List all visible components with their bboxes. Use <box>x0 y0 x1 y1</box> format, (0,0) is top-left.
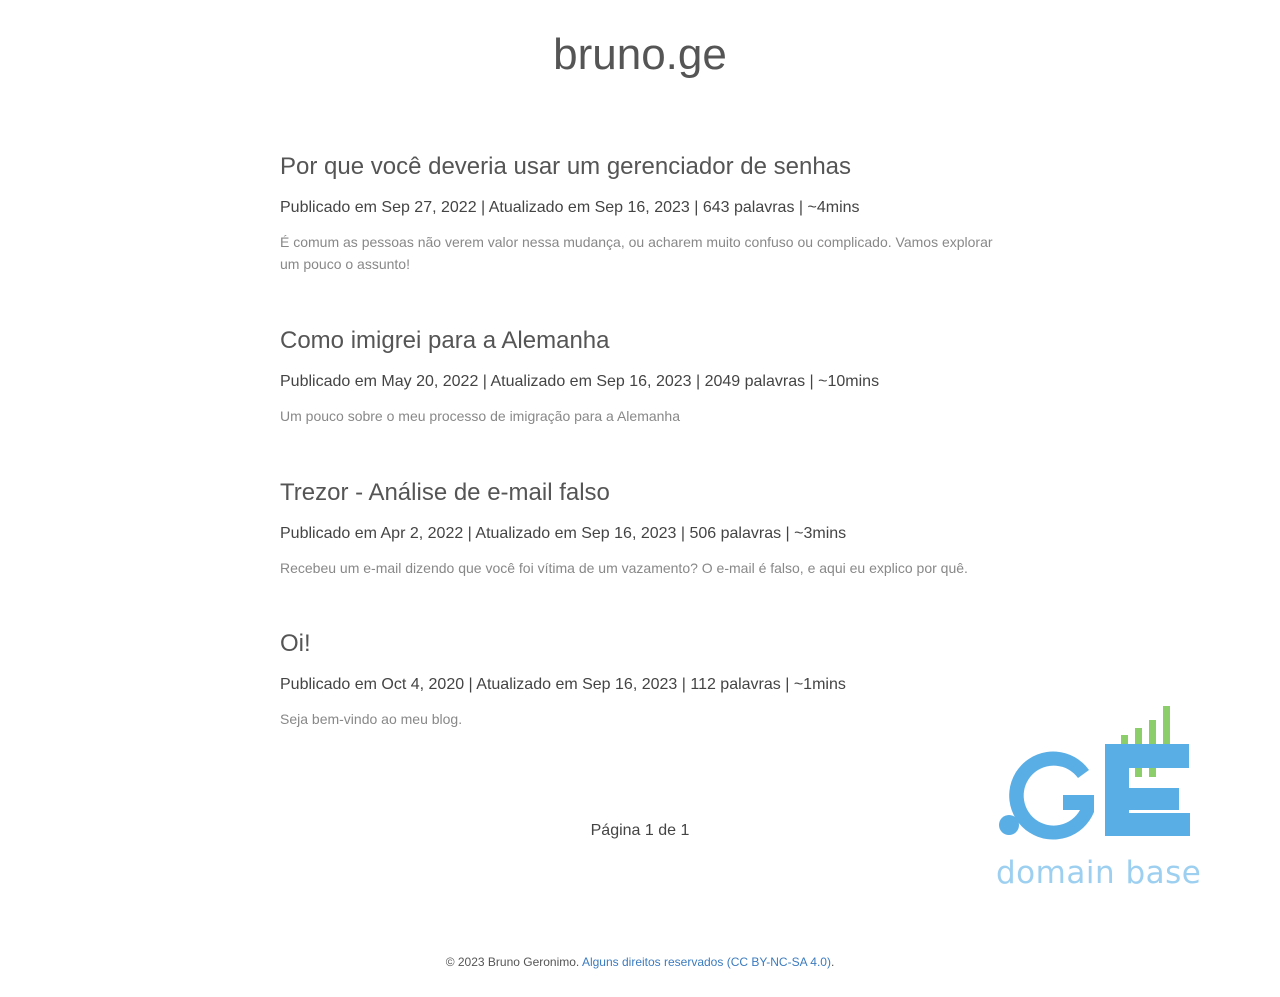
ge-domain-badge[interactable]: domain base <box>990 700 1202 900</box>
post-meta: Publicado em May 20, 2022 | Atualizado e… <box>280 373 880 390</box>
badge-caption: domain base <box>996 855 1202 891</box>
footer-copyright: © 2023 Bruno Geronimo. <box>445 955 580 969</box>
post-meta: Publicado em Oct 4, 2020 | Atualizado em… <box>280 676 846 693</box>
footer-trailing: . <box>830 955 835 969</box>
license-link[interactable]: Alguns direitos reservados (CC BY-NC-SA … <box>582 955 831 969</box>
post-excerpt: Um pouco sobre o meu processo de imigraç… <box>280 408 680 424</box>
post-title-link[interactable]: Trezor - Análise de e-mail falso <box>280 476 1000 510</box>
post-item: Oi! Publicado em Oct 4, 2020 | Atualizad… <box>280 627 1000 730</box>
post-item: Por que você deveria usar um gerenciador… <box>280 150 1000 324</box>
post-meta: Publicado em Apr 2, 2022 | Atualizado em… <box>280 525 847 542</box>
post-item: Como imigrei para a Alemanha Publicado e… <box>280 324 1000 476</box>
site-title-link[interactable]: bruno.ge <box>553 30 727 80</box>
post-title-link[interactable]: Como imigrei para a Alemanha <box>280 324 1000 358</box>
footer: © 2023 Bruno Geronimo. Alguns direitos r… <box>0 955 1280 969</box>
post-excerpt: É comum as pessoas não verem valor nessa… <box>280 234 993 272</box>
post-meta: Publicado em Sep 27, 2022 | Atualizado e… <box>280 199 860 216</box>
post-title-link[interactable]: Por que você deveria usar um gerenciador… <box>280 150 1000 184</box>
post-list: Por que você deveria usar um gerenciador… <box>280 150 1000 730</box>
site-header: bruno.ge <box>0 0 1280 90</box>
post-excerpt: Seja bem-vindo ao meu blog. <box>280 711 463 727</box>
post-item: Trezor - Análise de e-mail falso Publica… <box>280 476 1000 627</box>
pagination-label: Página 1 de 1 <box>590 822 690 839</box>
post-title-link[interactable]: Oi! <box>280 627 1000 661</box>
post-excerpt: Recebeu um e-mail dizendo que você foi v… <box>280 560 968 576</box>
